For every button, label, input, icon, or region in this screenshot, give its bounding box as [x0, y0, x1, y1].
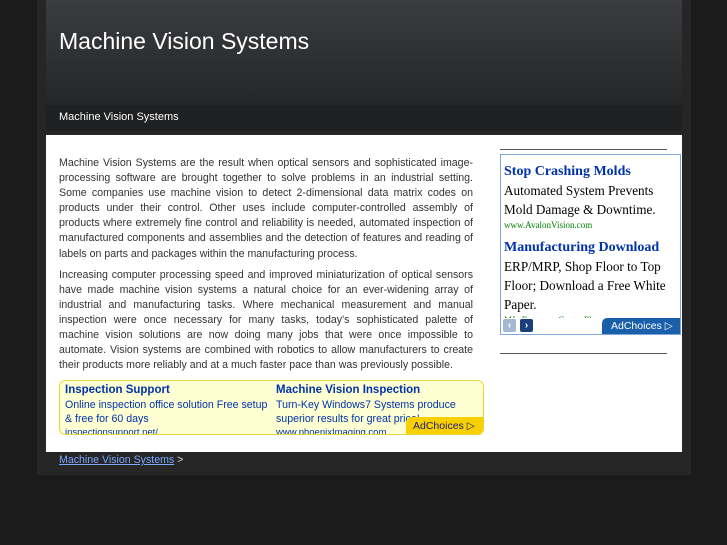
- chevron-right-icon: ›: [524, 320, 529, 331]
- nav-bar: Machine Vision Systems: [46, 105, 682, 131]
- site-title[interactable]: Machine Vision Systems: [59, 28, 309, 55]
- breadcrumb: Machine Vision Systems >: [59, 454, 183, 466]
- chevron-left-icon: ‹: [507, 320, 512, 331]
- ad-nav: ‹ › AdChoices ▷: [501, 318, 680, 334]
- ad-stop-crashing-molds[interactable]: Stop Crashing Molds Automated System Pre…: [501, 163, 680, 231]
- article-paragraph: Machine Vision Systems are the result wh…: [59, 157, 473, 260]
- ad-text[interactable]: ERP/MRP, Shop Floor to Top Floor; Downlo…: [501, 257, 680, 314]
- breadcrumb-separator: >: [177, 454, 184, 466]
- divider: [500, 149, 667, 150]
- nav-link-machine-vision-systems[interactable]: Machine Vision Systems: [59, 111, 179, 123]
- adchoices-icon: ▷: [664, 320, 673, 332]
- divider: [500, 353, 667, 354]
- ad-text[interactable]: Automated System Prevents Mold Damage & …: [501, 181, 680, 219]
- adchoices-icon: ▷: [466, 420, 475, 432]
- ad-title[interactable]: Manufacturing Download: [501, 239, 680, 257]
- site-header: Machine Vision Systems: [46, 0, 682, 105]
- breadcrumb-link[interactable]: Machine Vision Systems: [59, 454, 174, 466]
- article: Machine Vision Systems are the result wh…: [59, 156, 473, 379]
- next-ad-button[interactable]: ›: [520, 319, 533, 332]
- ad-title[interactable]: Stop Crashing Molds: [501, 163, 680, 181]
- side-ad-unit: Stop Crashing Molds Automated System Pre…: [500, 154, 681, 335]
- ad-inspection-support[interactable]: Inspection Support Online inspection off…: [65, 382, 270, 434]
- previous-ad-button[interactable]: ‹: [503, 319, 516, 332]
- ad-manufacturing-download[interactable]: Manufacturing Download ERP/MRP, Shop Flo…: [501, 239, 680, 326]
- ad-url[interactable]: www.AvalonVision.com: [501, 219, 680, 231]
- adchoices-label: AdChoices: [413, 420, 464, 432]
- article-paragraph: Increasing computer processing speed and…: [59, 268, 473, 372]
- adchoices-button[interactable]: AdChoices ▷: [406, 417, 483, 434]
- adchoices-label: AdChoices: [611, 320, 662, 332]
- bottom-ad-unit: Inspection Support Online inspection off…: [59, 380, 484, 435]
- ad-title[interactable]: Machine Vision Inspection: [276, 382, 481, 398]
- ad-text[interactable]: Online inspection office solution Free s…: [65, 398, 270, 426]
- ad-title[interactable]: Inspection Support: [65, 382, 270, 398]
- adchoices-button[interactable]: AdChoices ▷: [602, 318, 680, 334]
- main-content: Machine Vision Systems are the result wh…: [46, 135, 682, 452]
- ad-url[interactable]: inspectionsupport.net/: [65, 426, 270, 434]
